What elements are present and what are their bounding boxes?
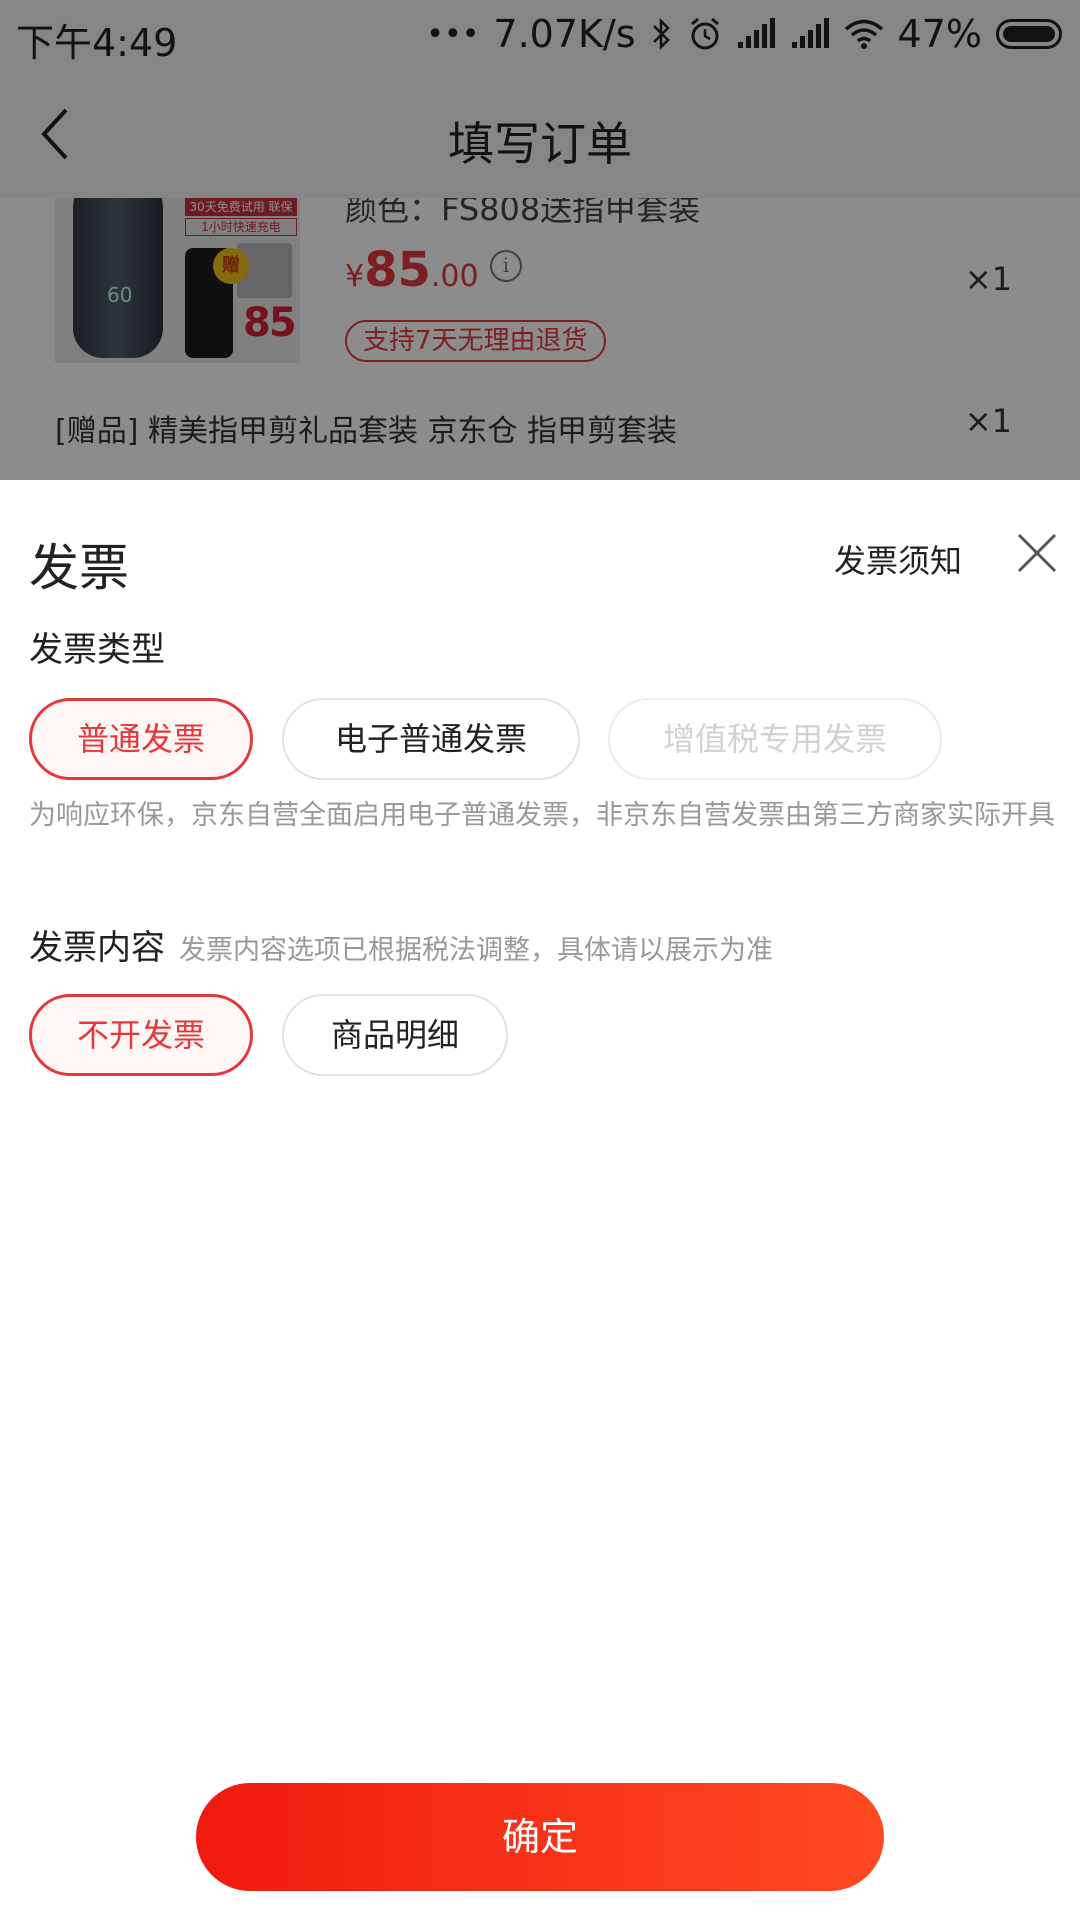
invoice-sheet: 发票 发票须知 发票类型 普通发票 电子普通发票 增值税专用发票 为响应环保，京… [0, 480, 1080, 1920]
invoice-type-option-normal[interactable]: 普通发票 [29, 698, 253, 780]
sheet-title: 发票 [29, 539, 129, 597]
confirm-button[interactable]: 确定 [196, 1783, 884, 1891]
dim-overlay[interactable] [0, 0, 1080, 480]
invoice-content-section: 发票内容 发票内容选项已根据税法调整，具体请以展示为准 [29, 920, 773, 969]
close-icon[interactable] [1016, 532, 1058, 574]
invoice-content-option-none[interactable]: 不开发票 [29, 994, 253, 1076]
invoice-type-option-vat: 增值税专用发票 [608, 698, 942, 780]
invoice-notice-link[interactable]: 发票须知 [834, 536, 962, 582]
invoice-content-label: 发票内容 [29, 928, 165, 968]
invoice-content-hint: 发票内容选项已根据税法调整，具体请以展示为准 [179, 935, 773, 966]
page: 下午4:49 ••• 7.07K/s 47% 填写订单 60 30天免费试用 联… [0, 0, 1080, 1920]
invoice-type-option-electronic[interactable]: 电子普通发票 [282, 698, 580, 780]
invoice-content-option-details[interactable]: 商品明细 [282, 994, 508, 1076]
invoice-type-tip: 为响应环保，京东自营全面启用电子普通发票，非京东自营发票由第三方商家实际开具 [29, 800, 1055, 831]
invoice-type-label: 发票类型 [29, 630, 165, 670]
